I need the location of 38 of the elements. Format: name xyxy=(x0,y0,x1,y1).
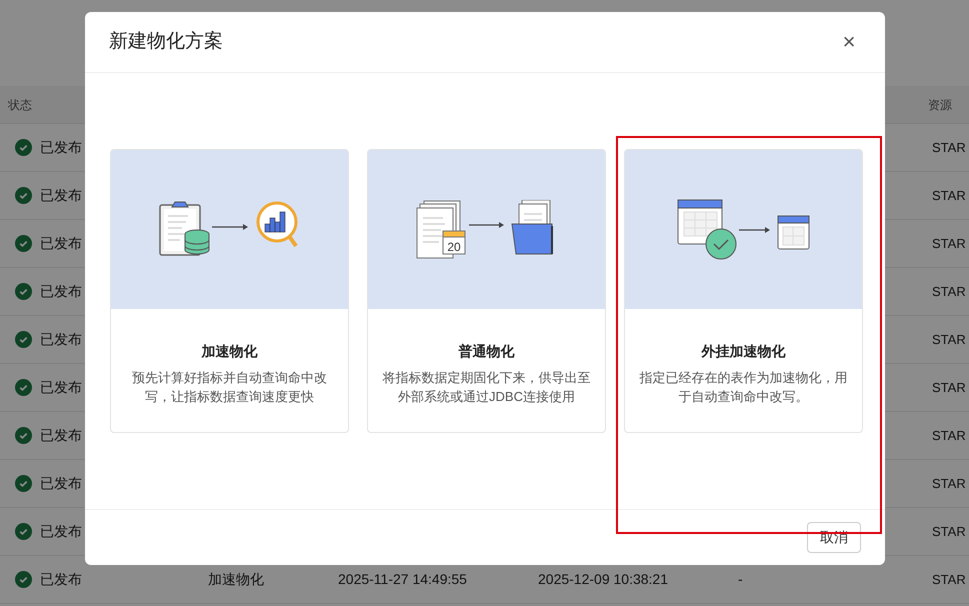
option-card[interactable]: 加速物化 预先计算好指标并自动查询命中改写，让指标数据查询速度更快 xyxy=(110,149,349,433)
status-label: 已发布 xyxy=(40,378,82,397)
table-cell: STAR xyxy=(932,524,966,539)
table-cell: - xyxy=(738,571,743,587)
table-cell: STAR xyxy=(932,332,966,347)
option-title: 加速物化 xyxy=(200,342,258,361)
option-title: 外挂加速物化 xyxy=(700,342,786,361)
status-label: 已发布 xyxy=(40,426,82,445)
table-cell: 加速物化 xyxy=(208,571,264,587)
documents-calendar-to-folder-drawing: 20 xyxy=(416,200,558,260)
option-card[interactable]: 外挂加速物化 指定已经存在的表作为加速物化，用于自动查询命中改写。 xyxy=(624,149,863,433)
table-cell: STAR xyxy=(932,284,966,299)
table-cell: 2025-12-09 10:38:21 xyxy=(538,571,668,587)
status-label: 已发布 xyxy=(40,282,82,301)
column-header: 资源 xyxy=(928,98,952,112)
close-button[interactable]: × xyxy=(837,30,861,54)
table-cell: 2025-11-27 14:49:55 xyxy=(338,571,467,587)
table-cell: STAR xyxy=(932,380,966,395)
table-cell: STAR xyxy=(932,188,966,203)
option-description: 指定已经存在的表作为加速物化，用于自动查询命中改写。 xyxy=(638,369,848,406)
option-description: 将指标数据定期固化下来，供导出至外部系统或通过JDBC连接使用 xyxy=(382,369,592,406)
status-label: 已发布 xyxy=(40,234,82,253)
table-cell: STAR xyxy=(932,140,966,155)
status-label: 已发布 xyxy=(40,186,82,205)
status-label: 已发布 xyxy=(40,570,82,589)
table-cell: STAR xyxy=(932,572,966,587)
status-label: 已发布 xyxy=(40,474,82,493)
option-description: 预先计算好指标并自动查询命中改写，让指标数据查询速度更快 xyxy=(131,369,328,406)
table-cell: STAR xyxy=(932,428,966,443)
table-cell: STAR xyxy=(932,236,966,251)
column-header: 状态 xyxy=(8,98,32,112)
status-label: 已发布 xyxy=(40,522,82,541)
option-title: 普通物化 xyxy=(458,342,516,361)
option-card[interactable]: 20 普通物化 将指标数据定期固化下来，供导出至外部系统或通过JDBC连接使用 xyxy=(367,149,606,433)
status-label: 已发布 xyxy=(40,330,82,349)
dialog-title: 新建物化方案 xyxy=(109,30,223,54)
table-cell: STAR xyxy=(932,476,966,491)
status-label: 已发布 xyxy=(40,138,82,157)
